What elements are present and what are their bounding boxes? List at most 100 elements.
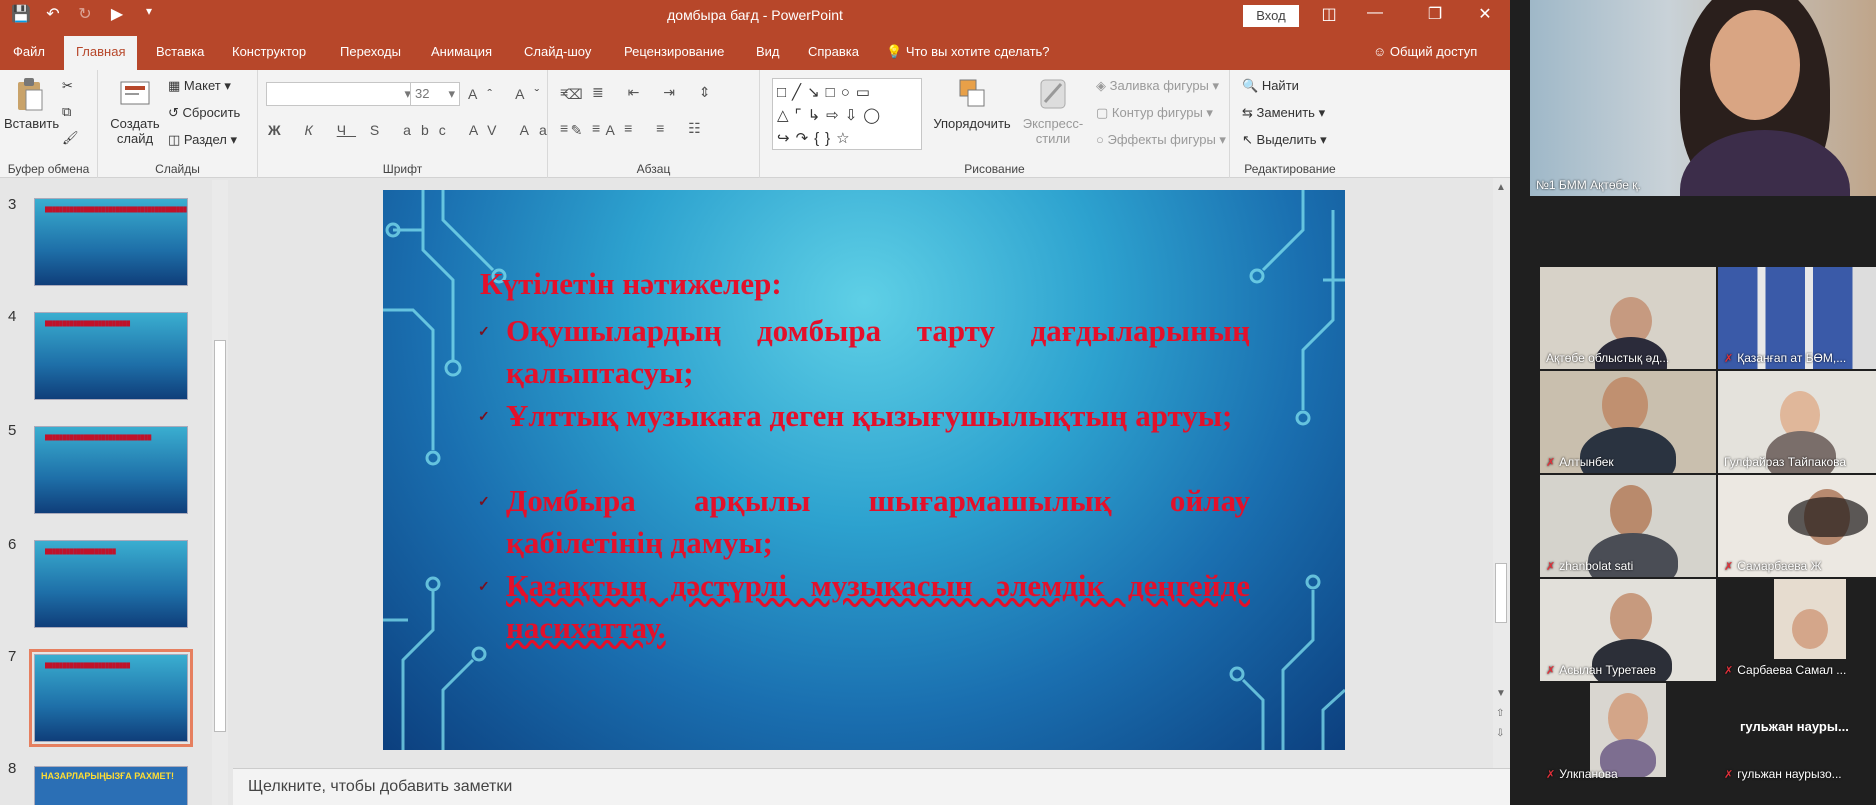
shapes-gallery[interactable]: □╱↘□○▭ △⌜↳⇨⇩◯ ↪↷{}☆ bbox=[772, 78, 922, 150]
tab-transitions[interactable]: Переходы bbox=[340, 44, 401, 59]
thumbnails-scrollbar[interactable] bbox=[212, 180, 228, 805]
save-icon[interactable]: 💾 bbox=[10, 4, 32, 24]
slide-thumbnail[interactable]: НАЗАРЛАРЫҢЫЗҒА РАХМЕТ! bbox=[34, 766, 188, 805]
scroll-up-icon[interactable]: ▲ bbox=[1496, 182, 1506, 193]
ribbon-display-options-icon[interactable]: ◫ bbox=[1306, 4, 1352, 24]
powerpoint-window: 💾 ↶ ↻ ▶ ▾ домбыра бағд - PowerPoint Вход… bbox=[0, 0, 1510, 805]
video-conference-panel: №1 БММ Ақтөбе қ. Ақтөбе облыстық әд... ✗… bbox=[1510, 0, 1876, 805]
slide-thumbnail[interactable]: ████████████████████████ bbox=[34, 312, 188, 400]
participant-tile[interactable]: ✗ Улкпанова bbox=[1540, 683, 1716, 785]
list-indent-icons[interactable]: ≡ ≣ ⇤ ⇥ ⇕ bbox=[560, 84, 721, 101]
thumbnails-scroll-thumb[interactable] bbox=[214, 340, 226, 732]
muted-mic-icon: ✗ bbox=[1546, 561, 1556, 573]
quick-styles-button[interactable]: Экспресс-стили bbox=[1018, 76, 1088, 146]
find-button[interactable]: 🔍 Найти bbox=[1242, 78, 1299, 94]
tab-design[interactable]: Конструктор bbox=[232, 44, 306, 59]
clipboard-icon bbox=[18, 78, 43, 111]
format-painter-icon[interactable]: 🖌 bbox=[62, 130, 79, 146]
thumbnail-number: 4 bbox=[8, 308, 17, 325]
tab-file[interactable]: Файл bbox=[13, 44, 45, 59]
participant-tile[interactable]: ✗ Сарбаева Самал ... bbox=[1718, 579, 1876, 681]
layout-button[interactable]: ▦ Макет ▾ bbox=[168, 78, 231, 94]
share-button[interactable]: ☺ Общий доступ bbox=[1373, 44, 1477, 59]
slides-group-label: Слайды bbox=[155, 162, 200, 176]
font-family-combo[interactable]: ​▾ bbox=[266, 82, 416, 106]
editing-group-label: Редактирование bbox=[1244, 162, 1336, 176]
muted-mic-icon: ✗ bbox=[1724, 353, 1734, 365]
minimize-icon[interactable]: — bbox=[1352, 4, 1398, 22]
clipboard-group: Вставить ✂ ⧉ 🖌 Буфер обмена bbox=[0, 70, 98, 178]
speaker-video[interactable]: №1 БММ Ақтөбе қ. bbox=[1530, 0, 1876, 196]
slide-thumbnail[interactable]: ██████████████████████████████ bbox=[34, 426, 188, 514]
slide-scroll-thumb[interactable] bbox=[1495, 563, 1507, 623]
start-from-beginning-icon[interactable]: ▶ bbox=[106, 4, 128, 24]
checkmark-bullet-icon: ✓ bbox=[478, 495, 490, 510]
cut-icon[interactable]: ✂ bbox=[62, 78, 73, 94]
cursor-icon: ↖ bbox=[1242, 132, 1253, 147]
new-slide-button[interactable]: Создать слайд bbox=[108, 76, 162, 146]
checkmark-bullet-icon: ✓ bbox=[478, 325, 490, 340]
replace-button[interactable]: ⇆ Заменить ▾ bbox=[1242, 105, 1325, 121]
font-size-combo[interactable]: 32 ▾ bbox=[410, 82, 460, 106]
slide-bullet[interactable]: ✓ Ұлттық музыкаға деген қызығушылықтың ар… bbox=[478, 395, 1250, 437]
participant-display-name: гульжан науры... bbox=[1740, 719, 1849, 734]
participant-tile-no-video[interactable]: гульжан науры... ✗ гульжан наурызо... bbox=[1718, 683, 1876, 785]
redo-icon[interactable]: ↻ bbox=[74, 4, 96, 24]
copy-icon[interactable]: ⧉ bbox=[62, 104, 71, 120]
tab-help[interactable]: Справка bbox=[808, 44, 859, 59]
font-group: ​▾ 32▾ Aˆ Aˇ ⌫ Ж К Ч S abc AV Aa ✎ A Шри… bbox=[258, 70, 615, 178]
customize-qat-icon[interactable]: ▾ bbox=[138, 4, 160, 24]
slide-title[interactable]: Күтілетін нәтижелер: bbox=[480, 266, 782, 302]
participant-tile[interactable]: ✗ Алтынбек bbox=[1540, 371, 1716, 473]
tab-home[interactable]: Главная bbox=[64, 36, 138, 70]
thumbnail-number: 7 bbox=[8, 648, 17, 665]
arrange-button[interactable]: Упорядочить bbox=[930, 76, 1014, 131]
paste-button[interactable]: Вставить bbox=[4, 76, 59, 131]
participant-tile[interactable]: ✗ Қазанғап ат БӨМ,... bbox=[1718, 267, 1876, 369]
slide-thumbnail[interactable]: ████████████████████ bbox=[34, 540, 188, 628]
slide-bullet[interactable]: ✓ Қазақтың дәстүрлі музыкасын әлемдік дең… bbox=[478, 565, 1250, 649]
shape-outline-button[interactable]: ▢ Контур фигуры ▾ bbox=[1096, 105, 1213, 121]
editing-group: 🔍 Найти ⇆ Заменить ▾ ↖ Выделить ▾ Редакт… bbox=[1230, 70, 1350, 178]
reset-button[interactable]: ↺ Сбросить bbox=[168, 105, 240, 121]
document-title: домбыра бағд - PowerPoint bbox=[667, 7, 843, 23]
slides-group: Создать слайд ▦ Макет ▾ ↺ Сбросить ◫ Разд… bbox=[98, 70, 258, 178]
close-icon[interactable]: ✕ bbox=[1462, 4, 1508, 24]
person-icon: ☺ bbox=[1373, 44, 1387, 59]
restore-icon[interactable]: ❐ bbox=[1412, 4, 1458, 24]
participant-tile[interactable]: ✗ zhanbolat sati bbox=[1540, 475, 1716, 577]
tab-view[interactable]: Вид bbox=[756, 44, 780, 59]
thumbnail-number: 3 bbox=[8, 196, 17, 213]
tab-slideshow[interactable]: Слайд-шоу bbox=[524, 44, 591, 59]
shape-fill-button[interactable]: ◈ Заливка фигуры ▾ bbox=[1096, 78, 1219, 94]
tab-animations[interactable]: Анимация bbox=[431, 44, 492, 59]
arrange-icon bbox=[959, 79, 985, 107]
participant-tile[interactable]: ✗ Асылан Туретаев bbox=[1540, 579, 1716, 681]
participant-tile[interactable]: Гулфайраз Тайпакова bbox=[1718, 371, 1876, 473]
lightbulb-icon: 💡 bbox=[886, 44, 903, 59]
thumbnail-banner: НАЗАРЛАРЫҢЫЗҒА РАХМЕТ! bbox=[41, 771, 174, 781]
tell-me-search[interactable]: 💡 Что вы хотите сделать? bbox=[886, 44, 1050, 60]
tab-review[interactable]: Рецензирование bbox=[624, 44, 724, 59]
previous-slide-icon[interactable]: ⇧ bbox=[1496, 708, 1504, 719]
shape-effects-button[interactable]: ○ Эффекты фигуры ▾ bbox=[1096, 132, 1226, 148]
notes-pane[interactable]: Щелкните, чтобы добавить заметки bbox=[233, 768, 1510, 805]
slide-bullet[interactable]: ✓ Оқушылардың домбыра тарту дағдыларының … bbox=[478, 310, 1250, 394]
next-slide-icon[interactable]: ⇩ bbox=[1496, 728, 1504, 739]
select-button[interactable]: ↖ Выделить ▾ bbox=[1242, 132, 1327, 148]
thumbnail-number: 5 bbox=[8, 422, 17, 439]
signin-button[interactable]: Вход bbox=[1243, 5, 1299, 27]
alignment-icons[interactable]: ≡ ≡ ≡ ≡ ☷ bbox=[560, 120, 711, 137]
slide-thumbnail-selected[interactable]: ████████████████████████ bbox=[29, 649, 193, 747]
tab-insert[interactable]: Вставка bbox=[156, 44, 204, 59]
slide-thumbnail[interactable]: ████████████████████████████████████████ bbox=[34, 198, 188, 286]
clipboard-group-label: Буфер обмена bbox=[7, 162, 90, 176]
participant-tile[interactable]: ✗ Самарбаева Ж bbox=[1718, 475, 1876, 577]
undo-icon[interactable]: ↶ bbox=[42, 4, 64, 24]
slide-scrollbar[interactable]: ▲ ▼ ⇧ ⇩ bbox=[1493, 178, 1510, 768]
section-button[interactable]: ◫ Раздел ▾ bbox=[168, 132, 237, 148]
slide-bullet[interactable]: ✓ Домбыра арқылы шығармашылық ойлау қабіл… bbox=[478, 480, 1250, 564]
current-slide[interactable]: Күтілетін нәтижелер: ✓ Оқушылардың домбыр… bbox=[383, 190, 1345, 750]
scroll-down-icon[interactable]: ▼ bbox=[1496, 688, 1506, 699]
participant-tile[interactable]: Ақтөбе облыстық әд... bbox=[1540, 267, 1716, 369]
